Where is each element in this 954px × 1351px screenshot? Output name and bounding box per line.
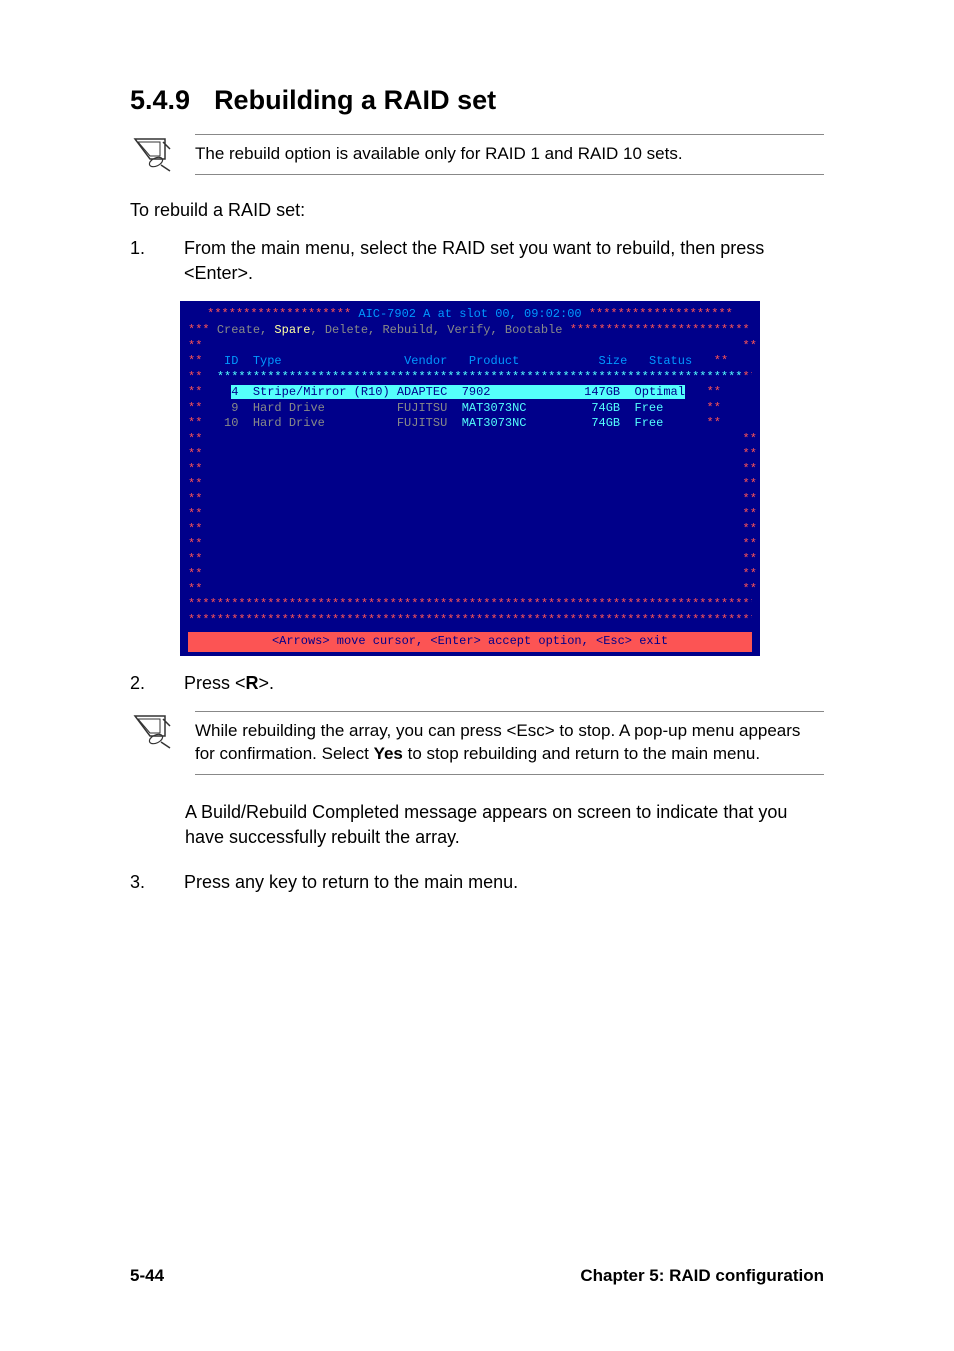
intro-text: To rebuild a RAID set:: [130, 200, 824, 221]
step-text: Press any key to return to the main menu…: [184, 870, 824, 895]
note-text-1: The rebuild option is available only for…: [195, 134, 824, 175]
step-number: 2.: [130, 671, 160, 696]
bios-header-row: ** ID Type Vendor Product Size Status **: [188, 354, 752, 370]
asterisk-divider: ****************************************…: [188, 613, 752, 629]
border-row: ** **: [188, 582, 752, 597]
step-text: From the main menu, select the RAID set …: [184, 236, 824, 286]
bios-row-0: ** 4 Stripe/Mirror (R10) ADAPTEC 7902 14…: [188, 385, 752, 401]
border-row: ** **: [188, 339, 752, 355]
note-block-1: The rebuild option is available only for…: [130, 134, 824, 175]
border-row: ** **: [188, 552, 752, 567]
bios-help-bar: <Arrows> move cursor, <Enter> accept opt…: [188, 632, 752, 652]
border-row: ** **: [188, 507, 752, 522]
border-row: ** **: [188, 462, 752, 477]
page-footer: 5-44 Chapter 5: RAID configuration: [130, 1266, 824, 1286]
step-number: 1.: [130, 236, 160, 286]
border-row: ** **: [188, 477, 752, 492]
note-icon: [130, 134, 175, 172]
result-text: A Build/Rebuild Completed message appear…: [185, 800, 824, 850]
step-text: Press <R>.: [184, 671, 824, 696]
note-block-2: While rebuilding the array, you can pres…: [130, 711, 824, 775]
bios-title-line: ******************** AIC-7902 A at slot …: [188, 307, 752, 323]
bios-title: AIC-7902 A at slot 00, 09:02:00: [358, 307, 581, 321]
border-row: ** **: [188, 432, 752, 447]
border-row: ** **: [188, 492, 752, 507]
border-row: ** **: [188, 447, 752, 462]
step-1: 1. From the main menu, select the RAID s…: [130, 236, 824, 286]
step-3: 3. Press any key to return to the main m…: [130, 870, 824, 895]
step-number: 3.: [130, 870, 160, 895]
section-title: Rebuilding a RAID set: [214, 85, 496, 116]
bios-screenshot: ******************** AIC-7902 A at slot …: [180, 301, 760, 656]
section-number: 5.4.9: [130, 85, 190, 116]
asterisk-divider: ****************************************…: [188, 597, 752, 613]
page-number: 5-44: [130, 1266, 164, 1286]
section-heading: 5.4.9 Rebuilding a RAID set: [130, 85, 824, 116]
note-text-2: While rebuilding the array, you can pres…: [195, 711, 824, 775]
step-2: 2. Press <R>.: [130, 671, 824, 696]
bios-menu: *** Create, Spare, Delete, Rebuild, Veri…: [188, 323, 752, 339]
chapter-title: Chapter 5: RAID configuration: [580, 1266, 824, 1286]
border-row: ** **: [188, 522, 752, 537]
bios-row-2: ** 10 Hard Drive FUJITSU MAT3073NC 74GB …: [188, 416, 752, 432]
bios-divider: ** *************************************…: [188, 370, 752, 386]
note-icon: [130, 711, 175, 749]
border-row: ** **: [188, 537, 752, 552]
border-row: ** **: [188, 567, 752, 582]
bios-row-1: ** 9 Hard Drive FUJITSU MAT3073NC 74GB F…: [188, 401, 752, 417]
